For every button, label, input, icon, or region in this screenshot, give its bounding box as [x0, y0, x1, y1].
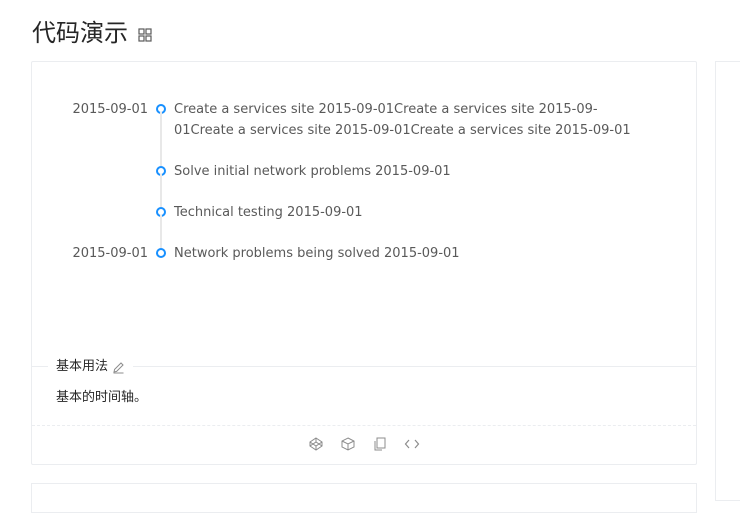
copy-icon[interactable] — [372, 436, 388, 452]
code-box: 2015-09-01 Create a services site 2015-0… — [31, 61, 697, 465]
timeline-tail — [160, 112, 162, 166]
codepen-icon[interactable] — [308, 436, 324, 452]
demo-title-text[interactable]: 基本用法 — [56, 357, 108, 377]
demo-meta-title: 基本用法 — [48, 357, 134, 377]
timeline-tail — [160, 174, 162, 207]
demo-description: 基本的时间轴。 — [56, 390, 148, 405]
page-title: 代码演示 — [32, 18, 152, 48]
timeline-content: Network problems being solved 2015-09-01 — [174, 246, 460, 261]
code-icon[interactable] — [404, 436, 420, 452]
codesandbox-icon[interactable] — [340, 436, 356, 452]
code-box-actions — [32, 436, 696, 456]
code-box-next — [31, 483, 697, 513]
timeline-dot — [156, 248, 166, 258]
timeline-label: 2015-09-01 — [72, 246, 148, 261]
actions-divider — [32, 425, 696, 426]
timeline-label: 2015-09-01 — [72, 102, 148, 117]
timeline-content: Technical testing 2015-09-01 — [174, 205, 363, 220]
edit-icon[interactable] — [112, 361, 125, 374]
page-title-text: 代码演示 — [32, 19, 128, 47]
timeline-content: Solve initial network problems 2015-09-0… — [174, 164, 451, 179]
timeline-tail — [160, 215, 162, 248]
timeline-content: Create a services site 2015-09-01Create … — [174, 102, 631, 138]
expand-icon[interactable] — [138, 28, 152, 42]
code-box-right — [715, 61, 740, 501]
